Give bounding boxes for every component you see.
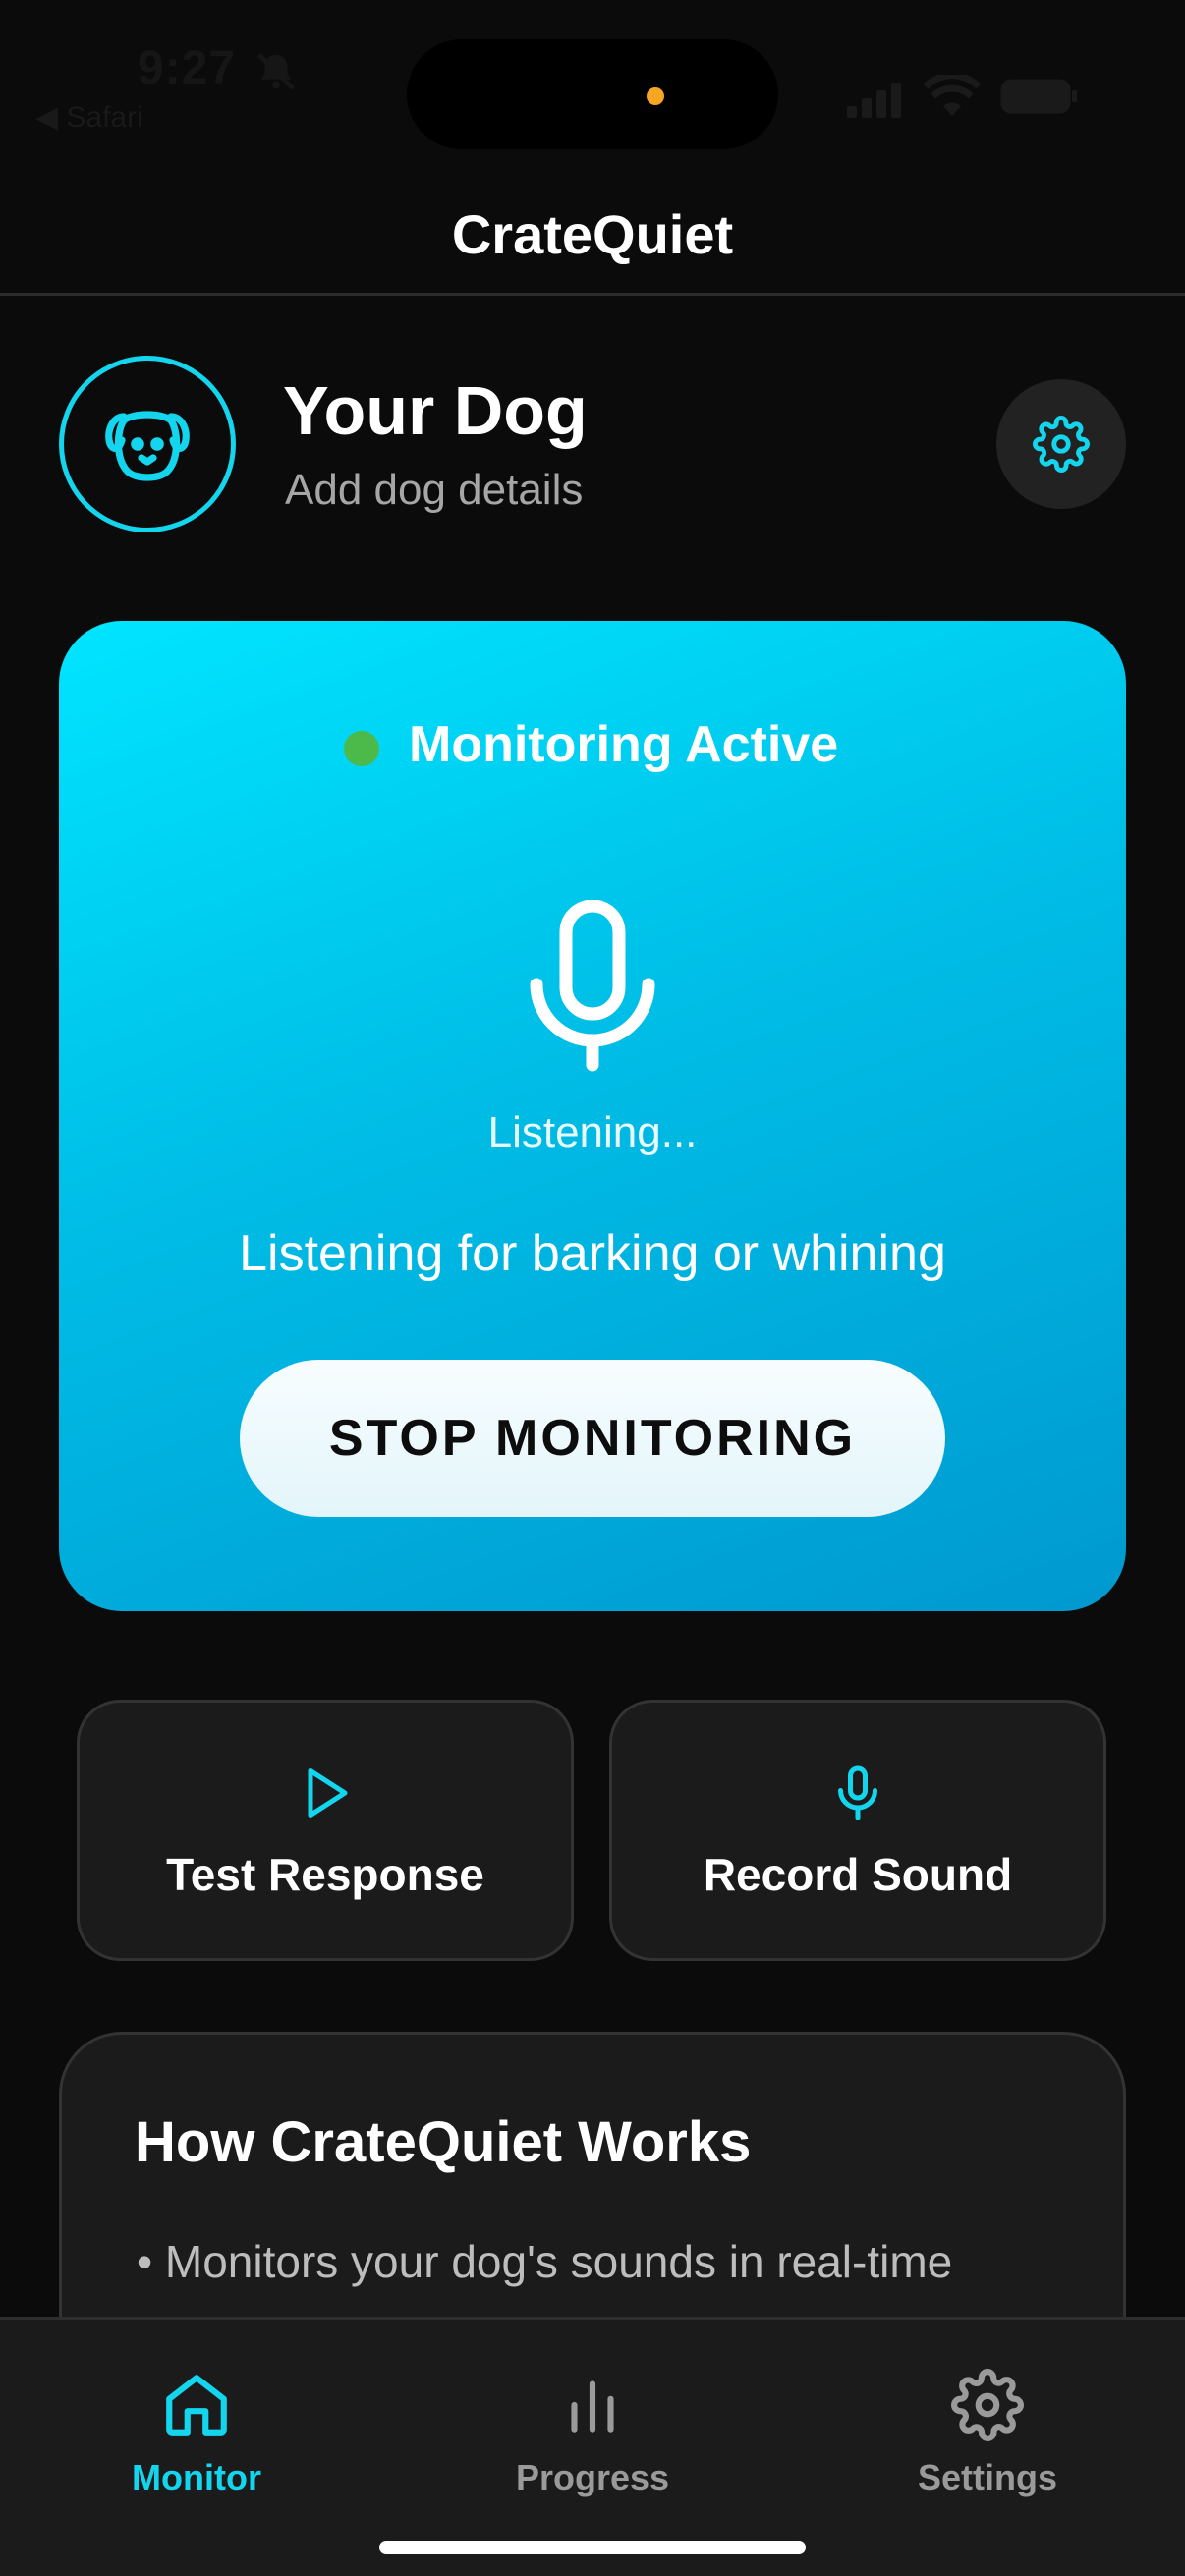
record-sound-button[interactable]: Record Sound: [609, 1700, 1106, 1961]
battery-icon: [1000, 79, 1077, 114]
privacy-indicator-dot: [647, 87, 664, 105]
app-screen: 9:27 ◀ Safari CrateQuiet Your Dog Add do…: [0, 0, 1185, 2576]
home-indicator[interactable]: [379, 2541, 806, 2554]
record-sound-label: Record Sound: [703, 1849, 1013, 1900]
dog-icon: [105, 411, 190, 481]
dynamic-island: [407, 39, 778, 149]
dog-name: Your Dog: [283, 372, 588, 449]
home-icon: [166, 2375, 227, 2436]
tab-bar: Monitor Progress Settings: [0, 2317, 1185, 2576]
wifi-icon: [924, 75, 981, 116]
cellular-signal-icon: [847, 83, 901, 118]
stop-monitoring-button[interactable]: STOP MONITORING: [240, 1360, 945, 1517]
tab-settings[interactable]: Settings: [840, 2369, 1135, 2516]
page-title: CrateQuiet: [451, 203, 734, 265]
add-dog-details-link[interactable]: Add dog details: [285, 466, 583, 515]
tab-monitor[interactable]: Monitor: [49, 2369, 344, 2516]
how-it-works-item: • Monitors your dog's sounds in real-tim…: [137, 2236, 953, 2287]
active-status-dot: [344, 731, 379, 766]
test-response-button[interactable]: Test Response: [77, 1700, 574, 1961]
microphone-icon: [530, 900, 655, 1072]
status-bar: 9:27 ◀ Safari: [0, 0, 1185, 167]
tab-progress[interactable]: Progress: [445, 2369, 740, 2516]
how-it-works-title: How CrateQuiet Works: [135, 2110, 752, 2174]
tab-progress-label: Progress: [515, 2457, 670, 2497]
header-divider: [0, 293, 1185, 296]
test-response-label: Test Response: [166, 1849, 484, 1900]
gear-icon: [1033, 416, 1090, 473]
tab-monitor-label: Monitor: [132, 2457, 261, 2497]
gear-icon: [951, 2369, 1024, 2441]
listening-description: Listening for barking or whining: [239, 1225, 946, 1282]
bar-chart-icon: [571, 2380, 614, 2433]
microphone-icon: [838, 1765, 877, 1820]
dog-avatar[interactable]: [59, 356, 236, 532]
status-time: 9:27: [138, 42, 237, 94]
back-to-safari-link[interactable]: ◀ Safari: [35, 100, 143, 135]
profile-settings-button[interactable]: [996, 379, 1126, 509]
monitoring-card: Monitoring Active Listening... Listening…: [59, 621, 1126, 1611]
listening-label: Listening...: [487, 1108, 698, 1156]
play-icon: [308, 1768, 348, 1818]
tab-settings-label: Settings: [917, 2457, 1057, 2497]
bell-slash-icon: [257, 53, 295, 90]
monitoring-status: Monitoring Active: [409, 716, 839, 773]
